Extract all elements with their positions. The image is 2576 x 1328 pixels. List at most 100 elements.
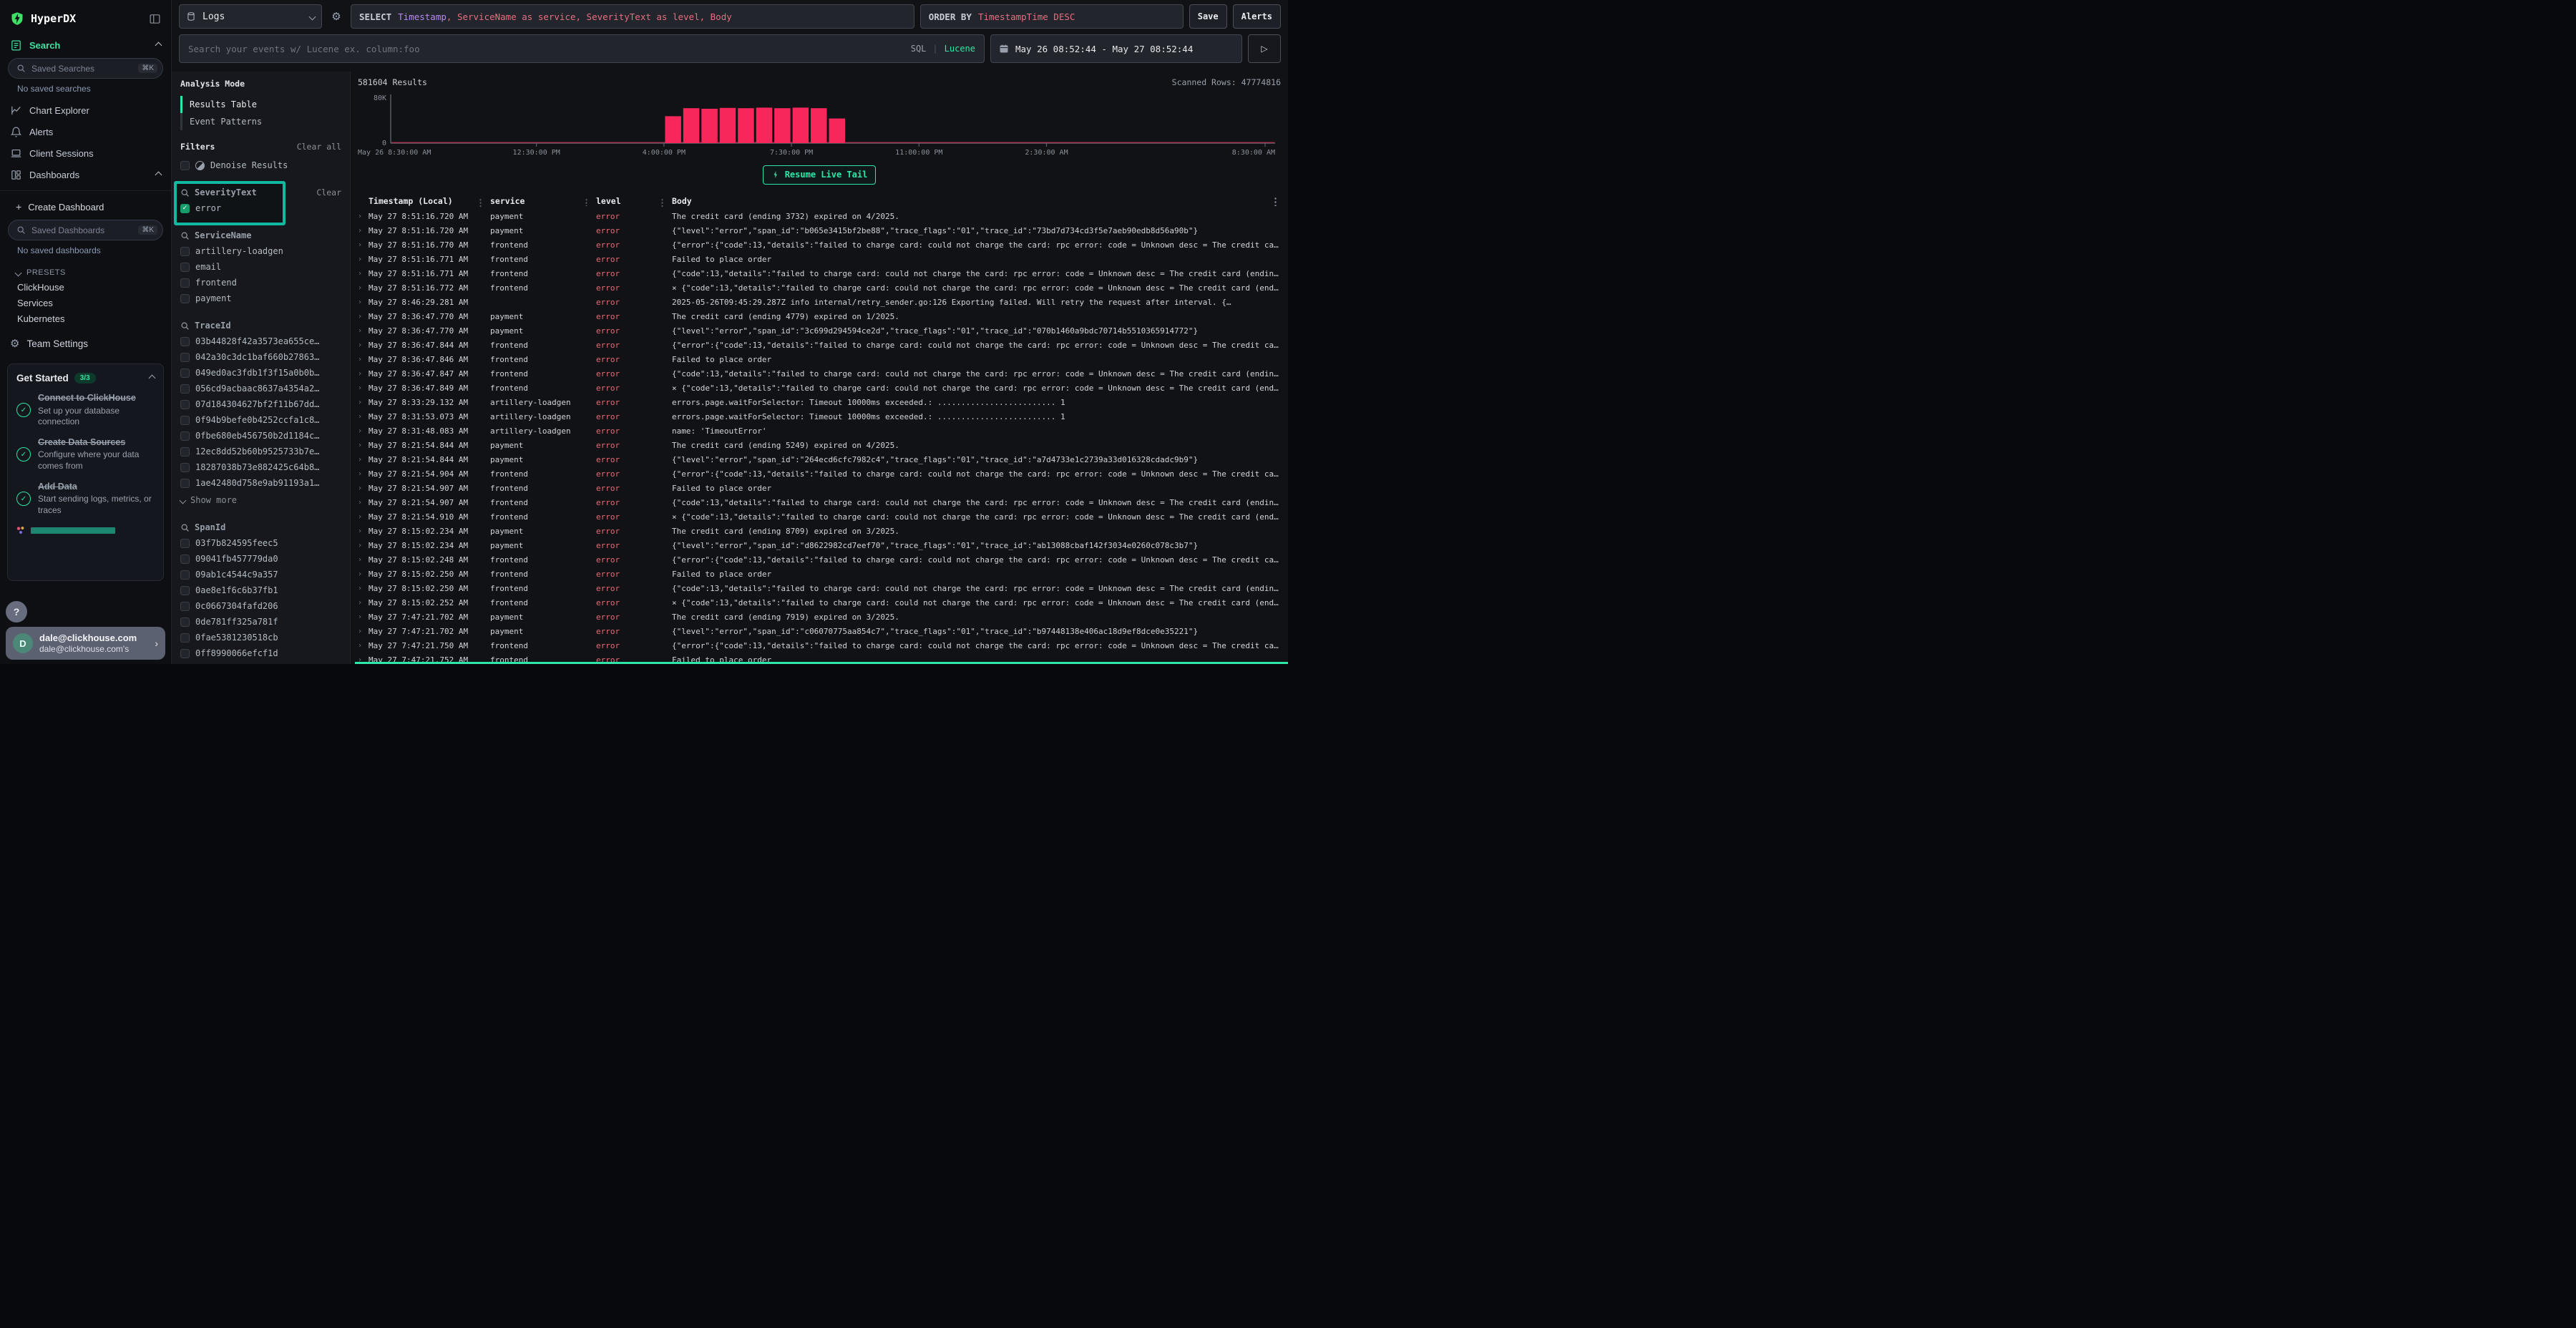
lucene-search-input[interactable]: Search your events w/ Lucene ex. column:…	[179, 34, 985, 63]
table-row[interactable]: › May 27 8:36:47.770 AM payment error {"…	[358, 323, 1281, 338]
table-row[interactable]: › May 27 8:21:54.904 AM frontend error {…	[358, 467, 1281, 481]
filter-option[interactable]: 0ae8e1f6c6b37fb1	[180, 582, 341, 598]
source-settings-button[interactable]: ⚙	[328, 4, 345, 29]
row-expand-icon[interactable]: ›	[358, 327, 369, 335]
filter-checkbox[interactable]	[180, 602, 190, 611]
column-header-level[interactable]: level	[596, 196, 672, 206]
sidebar-item-client-sessions[interactable]: Client Sessions	[0, 142, 171, 164]
row-expand-icon[interactable]: ›	[358, 642, 369, 650]
row-expand-icon[interactable]: ›	[358, 542, 369, 550]
table-row[interactable]: › May 27 8:15:02.234 AM payment error Th…	[358, 524, 1281, 538]
filter-checkbox[interactable]	[180, 294, 190, 303]
table-row[interactable]: › May 27 8:51:16.772 AM frontend error ×…	[358, 280, 1281, 295]
row-expand-icon[interactable]: ›	[358, 599, 369, 607]
sidebar-item-team-settings[interactable]: ⚙ Team Settings	[0, 327, 171, 353]
filter-checkbox[interactable]	[180, 617, 190, 627]
denoise-results-option[interactable]: Denoise Results	[180, 157, 341, 173]
saved-searches-input[interactable]: Saved Searches ⌘K	[9, 59, 162, 78]
row-expand-icon[interactable]: ›	[358, 399, 369, 406]
table-row[interactable]: › May 27 8:15:02.250 AM frontend error {…	[358, 581, 1281, 595]
filter-option[interactable]: 0fae5381230518cb	[180, 630, 341, 645]
filter-option[interactable]: 09ab1c4544c9a357	[180, 567, 341, 582]
column-header-timestamp[interactable]: Timestamp (Local)	[369, 196, 490, 206]
preset-link-services[interactable]: Services	[0, 296, 171, 311]
help-button[interactable]: ?	[6, 601, 27, 622]
results-histogram[interactable]: May 26 8:30:00 AM12:30:00 PM4:00:00 PM7:…	[358, 90, 1281, 159]
run-query-button[interactable]: ▷	[1248, 34, 1281, 63]
filter-option[interactable]: email	[180, 259, 341, 275]
filter-checkbox[interactable]	[180, 431, 190, 441]
table-row[interactable]: › May 27 8:15:02.250 AM frontend error F…	[358, 567, 1281, 581]
filter-option[interactable]: 07d184304627bf2f11b67dd…	[180, 396, 341, 412]
table-row[interactable]: › May 27 8:15:02.248 AM frontend error {…	[358, 552, 1281, 567]
filter-checkbox[interactable]	[180, 368, 190, 378]
get-started-item[interactable]: ✓ Connect to ClickHouse Set up your data…	[16, 393, 155, 428]
table-row[interactable]: › May 27 8:46:29.281 AM error 2025-05-26…	[358, 295, 1281, 309]
show-more-button[interactable]: Show more	[180, 492, 341, 508]
row-expand-icon[interactable]: ›	[358, 585, 369, 592]
table-row[interactable]: › May 27 8:36:47.847 AM frontend error {…	[358, 366, 1281, 381]
table-row[interactable]: › May 27 8:51:16.720 AM payment error Th…	[358, 209, 1281, 223]
filter-option[interactable]: 0de781ff325a781f	[180, 614, 341, 630]
filter-option[interactable]: 09041fb457779da0	[180, 551, 341, 567]
table-row[interactable]: › May 27 8:31:53.073 AM artillery-loadge…	[358, 409, 1281, 424]
filter-checkbox[interactable]	[180, 649, 190, 658]
preset-link-kubernetes[interactable]: Kubernetes	[0, 311, 171, 327]
row-expand-icon[interactable]: ›	[358, 556, 369, 564]
get-started-item[interactable]: ✓ Add Data Start sending logs, metrics, …	[16, 482, 155, 517]
table-row[interactable]: › May 27 8:51:16.771 AM frontend error F…	[358, 252, 1281, 266]
filter-option[interactable]: 03b44828f42a3573ea655ce…	[180, 333, 341, 349]
row-expand-icon[interactable]: ›	[358, 570, 369, 578]
filter-option[interactable]: payment	[180, 290, 341, 306]
filter-option[interactable]: 12ec8dd52b60b9525733b7e…	[180, 444, 341, 459]
filter-checkbox[interactable]	[180, 586, 190, 595]
filter-checkbox[interactable]	[180, 278, 190, 288]
filter-checkbox[interactable]	[180, 479, 190, 488]
table-row[interactable]: › May 27 8:21:54.907 AM frontend error F…	[358, 481, 1281, 495]
table-row[interactable]: › May 27 7:47:21.702 AM payment error {"…	[358, 624, 1281, 638]
saved-dashboards-input[interactable]: Saved Dashboards ⌘K	[9, 220, 162, 240]
get-started-header[interactable]: Get Started 3/3	[16, 373, 155, 384]
filter-checkbox[interactable]	[180, 447, 190, 456]
row-expand-icon[interactable]: ›	[358, 456, 369, 464]
row-expand-icon[interactable]: ›	[358, 227, 369, 235]
filter-clear-button[interactable]: Clear	[316, 187, 341, 197]
filter-option[interactable]: ✓ error	[180, 200, 341, 216]
row-expand-icon[interactable]: ›	[358, 470, 369, 478]
row-expand-icon[interactable]: ›	[358, 427, 369, 435]
orderby-input[interactable]: ORDER BY TimestampTime DESC	[920, 4, 1184, 29]
filter-checkbox[interactable]	[180, 555, 190, 564]
table-row[interactable]: › May 27 8:15:02.252 AM frontend error ×…	[358, 595, 1281, 610]
row-expand-icon[interactable]: ›	[358, 356, 369, 363]
sql-mode-button[interactable]: SQL	[911, 44, 927, 54]
sidebar-item-search[interactable]: Search	[0, 34, 171, 56]
filter-option[interactable]: 18287038b73e882425c64b8…	[180, 459, 341, 475]
table-row[interactable]: › May 27 8:31:48.083 AM artillery-loadge…	[358, 424, 1281, 438]
row-expand-icon[interactable]: ›	[358, 613, 369, 621]
filter-checkbox[interactable]	[180, 463, 190, 472]
filter-option[interactable]: 049ed0ac3fdb1f3f15a0b0b…	[180, 365, 341, 381]
row-expand-icon[interactable]: ›	[358, 384, 369, 392]
alerts-button[interactable]: Alerts	[1233, 4, 1281, 29]
filter-option[interactable]: 0c0667304fafd206	[180, 598, 341, 614]
table-row[interactable]: › May 27 8:33:29.132 AM artillery-loadge…	[358, 395, 1281, 409]
table-row[interactable]: › May 27 8:21:54.907 AM frontend error {…	[358, 495, 1281, 509]
table-row[interactable]: › May 27 8:36:47.849 AM frontend error ×…	[358, 381, 1281, 395]
table-row[interactable]: › May 27 8:21:54.844 AM payment error Th…	[358, 438, 1281, 452]
filter-checkbox[interactable]	[180, 416, 190, 425]
table-scrollbar[interactable]	[355, 662, 1288, 664]
row-expand-icon[interactable]: ›	[358, 341, 369, 349]
table-row[interactable]: › May 27 8:21:54.844 AM payment error {"…	[358, 452, 1281, 467]
source-select[interactable]: Logs	[179, 4, 322, 29]
table-row[interactable]: › May 27 8:36:47.770 AM payment error Th…	[358, 309, 1281, 323]
sidebar-item-chart-explorer[interactable]: Chart Explorer	[0, 99, 171, 121]
row-expand-icon[interactable]: ›	[358, 527, 369, 535]
filter-checkbox[interactable]	[180, 570, 190, 580]
table-row[interactable]: › May 27 8:21:54.910 AM frontend error ×…	[358, 509, 1281, 524]
sidebar-collapse-icon[interactable]	[149, 13, 161, 25]
user-account-chip[interactable]: D dale@clickhouse.com dale@clickhouse.co…	[6, 627, 165, 660]
table-options-icon[interactable]	[1274, 197, 1277, 206]
denoise-checkbox[interactable]	[180, 161, 190, 170]
table-row[interactable]: › May 27 8:36:47.844 AM frontend error {…	[358, 338, 1281, 352]
filter-option[interactable]: 03f7b824595feec5	[180, 535, 341, 551]
